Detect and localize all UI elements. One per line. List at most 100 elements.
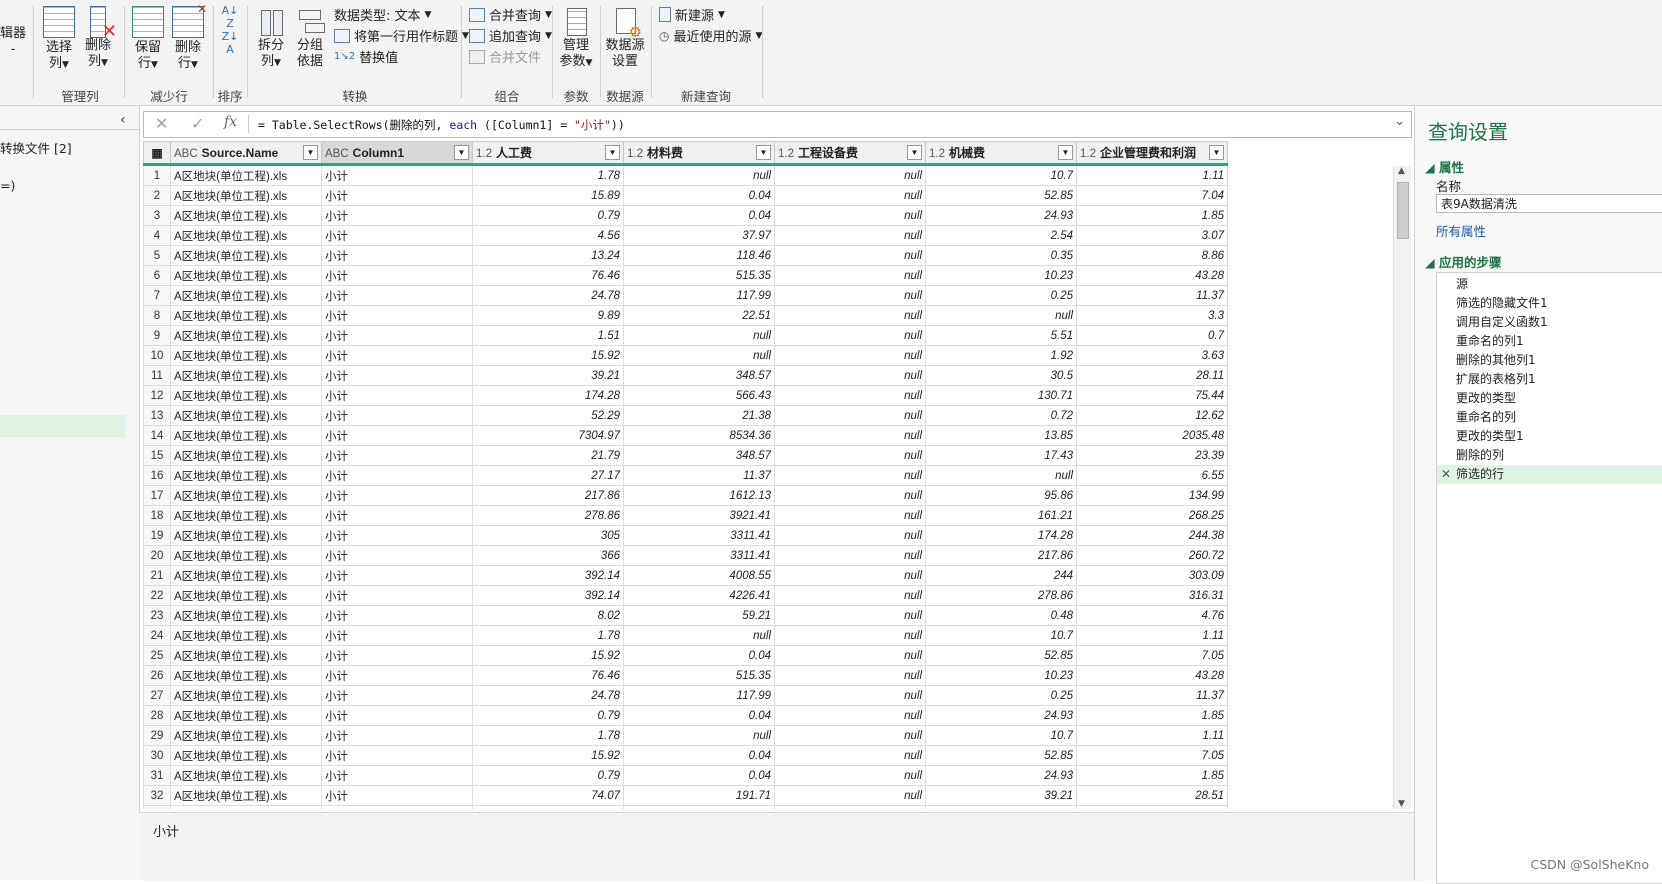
table-cell-number[interactable]: 52.85	[925, 645, 1077, 666]
query-name-input[interactable]: 表9A数据清洗	[1436, 194, 1662, 213]
table-cell-text[interactable]: 小计	[321, 785, 473, 806]
combine-files-button[interactable]: 合并文件	[469, 47, 541, 66]
table-cell-number[interactable]: 24.78	[472, 685, 624, 706]
all-properties-link[interactable]: 所有属性	[1436, 221, 1486, 240]
table-cell-number[interactable]: 7.05	[1076, 745, 1228, 766]
table-cell-number[interactable]: 191.71	[623, 785, 775, 806]
table-cell-number[interactable]: 1.51	[472, 325, 624, 346]
table-cell-text[interactable]: 小计	[321, 205, 473, 226]
table-cell-number[interactable]: 74.07	[472, 785, 624, 806]
row-number[interactable]: 25	[143, 645, 171, 666]
table-row[interactable]: 20 A区地块(单位工程).xls 小计 366 3311.41 null 217.86 26…	[143, 545, 1228, 566]
table-cell-number[interactable]: 28.11	[1076, 365, 1228, 386]
table-cell-text[interactable]: 小计	[321, 705, 473, 726]
table-cell-number[interactable]: 0.79	[472, 765, 624, 786]
table-cell-number[interactable]: 4.56	[472, 225, 624, 246]
table-cell-number[interactable]: 4008.55	[623, 565, 775, 586]
remove-columns-button[interactable]: ✕ 删除 列▼	[80, 6, 117, 71]
table-cell-number[interactable]: null	[774, 605, 926, 626]
table-cell-number[interactable]: 75.44	[1076, 385, 1228, 406]
table-cell-text[interactable]: A区地块(单位工程).xls	[170, 465, 322, 486]
split-column-button[interactable]: 拆分 列▼	[253, 6, 289, 71]
column-header[interactable]: 1.2 机械费 ▼	[925, 141, 1077, 166]
table-cell-text[interactable]: 小计	[321, 225, 473, 246]
applied-step-item[interactable]: 源	[1437, 275, 1662, 294]
table-cell-number[interactable]: 0.7	[1076, 325, 1228, 346]
table-cell-number[interactable]: null	[774, 725, 926, 746]
table-cell-number[interactable]: 305	[472, 525, 624, 546]
row-number[interactable]: 16	[143, 465, 171, 486]
table-cell-number[interactable]: 3.07	[1076, 225, 1228, 246]
table-cell-text[interactable]: A区地块(单位工程).xls	[170, 164, 322, 186]
table-cell-number[interactable]: 10.7	[925, 164, 1077, 186]
scroll-thumb[interactable]	[1397, 182, 1409, 239]
table-row[interactable]: 28 A区地块(单位工程).xls 小计 0.79 0.04 null 24.93 1.85	[143, 705, 1228, 726]
column-header[interactable]: 1.2 工程设备费 ▼	[774, 141, 926, 166]
row-number[interactable]: 12	[143, 385, 171, 406]
row-number[interactable]: 7	[143, 285, 171, 306]
table-row[interactable]: 32 A区地块(单位工程).xls 小计 74.07 191.71 null 39.21 28…	[143, 785, 1228, 806]
table-cell-number[interactable]: 6.55	[1076, 465, 1228, 486]
table-cell-number[interactable]: null	[774, 305, 926, 326]
table-cell-number[interactable]: null	[925, 465, 1077, 486]
table-cell-number[interactable]: 11.37	[623, 465, 775, 486]
table-row[interactable]: 17 A区地块(单位工程).xls 小计 217.86 1612.13 null 95.86…	[143, 485, 1228, 506]
row-number[interactable]: 10	[143, 345, 171, 366]
table-row[interactable]: 2 A区地块(单位工程).xls 小计 15.89 0.04 null 52.85 7.04	[143, 185, 1228, 206]
table-cell-number[interactable]: 11.37	[1076, 285, 1228, 306]
table-cell-number[interactable]: 7.05	[1076, 645, 1228, 666]
table-cell-number[interactable]: 260.72	[1076, 545, 1228, 566]
table-cell-number[interactable]: 15.89	[472, 185, 624, 206]
table-cell-number[interactable]: 5.51	[925, 325, 1077, 346]
table-cell-text[interactable]: A区地块(单位工程).xls	[170, 285, 322, 306]
table-cell-text[interactable]: 小计	[321, 164, 473, 186]
row-number[interactable]: 15	[143, 445, 171, 466]
table-cell-number[interactable]: 217.86	[472, 485, 624, 506]
table-cell-text[interactable]: 小计	[321, 465, 473, 486]
row-number[interactable]: 9	[143, 325, 171, 346]
column-filter-dropdown-icon[interactable]: ▼	[303, 145, 318, 160]
table-row[interactable]: 29 A区地块(单位工程).xls 小计 1.78 null null 10.7 1.11	[143, 725, 1228, 746]
table-row[interactable]: 26 A区地块(单位工程).xls 小计 76.46 515.35 null 10.23 43…	[143, 665, 1228, 686]
choose-columns-button[interactable]: 选择 列▼	[41, 6, 77, 73]
row-number[interactable]: 11	[143, 365, 171, 386]
table-cell-text[interactable]: 小计	[321, 245, 473, 266]
table-cell-text[interactable]: 小计	[321, 645, 473, 666]
table-row[interactable]: 5 A区地块(单位工程).xls 小计 13.24 118.46 null 0.35 8.86	[143, 245, 1228, 266]
query-item-fragment[interactable]: =)	[0, 178, 15, 193]
column-filter-dropdown-icon[interactable]: ▼	[756, 145, 771, 160]
column-type-icon[interactable]: 1.2	[476, 148, 492, 160]
column-header[interactable]: 1.2 人工费 ▼	[472, 141, 624, 166]
row-number[interactable]: 4	[143, 225, 171, 246]
table-cell-number[interactable]: null	[774, 445, 926, 466]
table-cell-number[interactable]: 24.93	[925, 765, 1077, 786]
row-number[interactable]: 20	[143, 545, 171, 566]
selected-query-item[interactable]	[0, 415, 125, 437]
table-cell-number[interactable]: 24.78	[472, 285, 624, 306]
table-cell-number[interactable]: 174.28	[925, 525, 1077, 546]
column-type-icon[interactable]: ABC	[325, 148, 349, 160]
table-row[interactable]: 12 A区地块(单位工程).xls 小计 174.28 566.43 null 130.71…	[143, 385, 1228, 406]
table-cell-text[interactable]: 小计	[321, 765, 473, 786]
table-row[interactable]: 15 A区地块(单位工程).xls 小计 21.79 348.57 null 17.43 23…	[143, 445, 1228, 466]
column-filter-dropdown-icon[interactable]: ▼	[1209, 145, 1224, 160]
table-cell-text[interactable]: A区地块(单位工程).xls	[170, 445, 322, 466]
table-cell-number[interactable]: 76.46	[472, 665, 624, 686]
table-cell-number[interactable]: 104.57	[472, 805, 624, 809]
applied-steps-section-header[interactable]: ◢ 应用的步骤	[1425, 252, 1501, 271]
table-cell-number[interactable]: null	[623, 625, 775, 646]
table-cell-number[interactable]: null	[774, 585, 926, 606]
advanced-editor-button[interactable]: 辑器 -	[0, 26, 26, 58]
row-number[interactable]: 33	[143, 805, 171, 809]
table-cell-number[interactable]: 515.35	[623, 265, 775, 286]
table-cell-number[interactable]: null	[774, 285, 926, 306]
table-cell-number[interactable]: null	[623, 325, 775, 346]
table-cell-number[interactable]: 515.35	[623, 665, 775, 686]
table-cell-number[interactable]: 8.02	[472, 605, 624, 626]
table-cell-text[interactable]: A区地块(单位工程).xls	[170, 585, 322, 606]
table-cell-number[interactable]: 2035.48	[1076, 425, 1228, 446]
applied-step-item[interactable]: 重命名的列1	[1437, 332, 1662, 351]
table-cell-number[interactable]: 52.85	[925, 745, 1077, 766]
table-cell-number[interactable]: 366	[472, 545, 624, 566]
table-cell-number[interactable]: 392.14	[472, 565, 624, 586]
